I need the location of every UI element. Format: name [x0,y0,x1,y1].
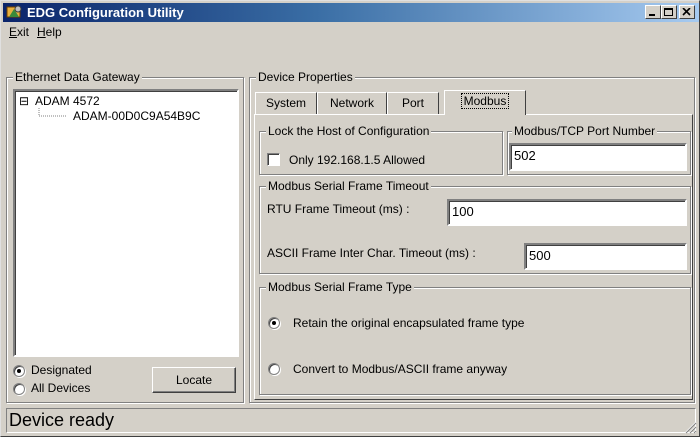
lock-host-title: Lock the Host of Configuration [266,124,432,138]
radio-all-devices-label[interactable]: All Devices [31,381,90,395]
tree-expander-icon[interactable]: ⊟ [19,94,29,108]
tab-system[interactable]: System [255,92,317,114]
menu-bar: Exit Help [3,23,699,41]
maximize-button[interactable] [661,5,677,19]
minimize-icon [649,14,655,16]
minimize-button[interactable] [645,5,661,19]
close-button[interactable] [679,5,695,19]
radio-convert-ascii-label[interactable]: Convert to Modbus/ASCII frame anyway [293,362,507,376]
radio-designated-label[interactable]: Designated [31,363,92,377]
app-window: EDG Configuration Utility Exit Help Ethe… [0,0,700,437]
tcp-port-input[interactable]: 502 [509,143,687,171]
gateway-group-title: Ethernet Data Gateway [13,70,142,84]
radio-convert-ascii[interactable] [268,363,280,375]
tab-network[interactable]: Network [317,92,387,114]
radio-all-devices[interactable] [13,383,25,395]
app-icon [6,4,23,21]
resize-grip-icon[interactable] [683,420,697,434]
status-text: Device ready [6,408,696,433]
menu-help[interactable]: Help [37,25,62,39]
tree-connector-line [38,108,66,117]
tree-node-root[interactable]: ADAM 4572 [35,94,100,108]
radio-designated[interactable] [13,365,25,377]
frame-type-title: Modbus Serial Frame Type [266,280,414,294]
status-bar: Device ready [3,406,699,436]
maximize-icon [664,8,673,16]
tree-node-device[interactable]: ADAM-00D0C9A54B9C [73,109,200,123]
ascii-timeout-label: ASCII Frame Inter Char. Timeout (ms) : [267,246,476,260]
title-bar[interactable]: EDG Configuration Utility [3,3,699,22]
tab-port[interactable]: Port [387,92,439,114]
lock-host-checkbox-label[interactable]: Only 192.168.1.5 Allowed [289,153,425,167]
radio-retain-frame[interactable] [268,317,280,329]
tab-modbus-label: Modbus [460,93,510,109]
radio-retain-frame-label[interactable]: Retain the original encapsulated frame t… [293,316,524,330]
rtu-timeout-label: RTU Frame Timeout (ms) : [267,202,410,216]
device-properties-title: Device Properties [256,70,355,84]
device-tree[interactable]: ⊟ ADAM 4572 ADAM-00D0C9A54B9C [13,89,239,357]
frame-type-group: Modbus Serial Frame Type [259,280,691,395]
menu-exit[interactable]: Exit [9,25,29,39]
rtu-timeout-input[interactable]: 100 [447,199,687,226]
lock-host-checkbox[interactable] [267,153,280,166]
ascii-timeout-input[interactable]: 500 [524,243,687,270]
tab-modbus[interactable]: Modbus [444,90,526,115]
window-title: EDG Configuration Utility [27,5,184,20]
locate-button[interactable]: Locate [152,367,236,393]
close-icon [682,8,691,16]
frame-timeout-title: Modbus Serial Frame Timeout [266,179,431,193]
tcp-port-title: Modbus/TCP Port Number [512,124,658,138]
